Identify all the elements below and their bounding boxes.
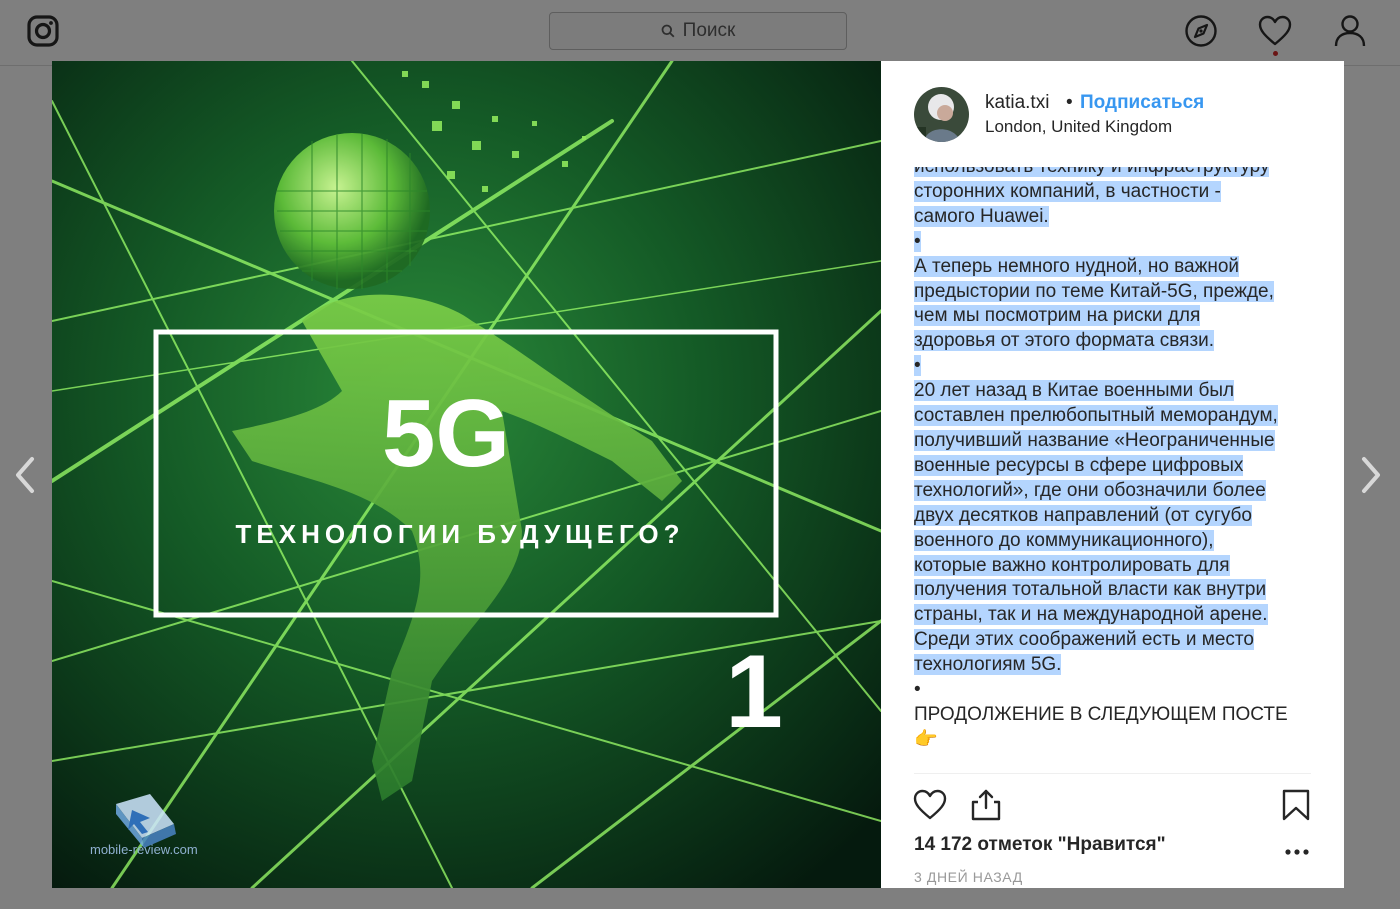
caption-line: получивший название «Неограниченные xyxy=(914,429,1275,451)
post-date[interactable]: 3 ДНЕЙ НАЗАД xyxy=(914,869,1023,885)
save-bookmark-icon[interactable] xyxy=(1279,788,1313,822)
follow-button[interactable]: Подписаться xyxy=(1080,92,1204,114)
post-image[interactable]: 5G ТЕХНОЛОГИИ БУДУЩЕГО? 1 xyxy=(52,61,881,888)
search-placeholder: Поиск xyxy=(682,20,736,41)
caption-line: военного до коммуникационного), xyxy=(914,529,1214,551)
caption-line: технологиям 5G. xyxy=(914,654,1062,676)
post-header: katia.txi • Подписаться London, United K… xyxy=(881,61,1344,167)
caption-line: которые важно контролировать для xyxy=(914,554,1230,576)
caption-line: • xyxy=(914,355,921,377)
caption-line: составлен прелюбопытный меморандум, xyxy=(914,405,1278,427)
caption-line: А теперь немного нудной, но важной xyxy=(914,255,1239,277)
caption-line: технологий», где они обозначили более xyxy=(914,479,1266,501)
avatar-image-icon xyxy=(914,87,969,142)
image-title: 5G xyxy=(382,380,510,487)
caption-line: здоровья от этого формата связи. xyxy=(914,330,1215,352)
post-caption: использовать технику и инфраструктуру ст… xyxy=(914,167,1314,767)
caption-line: получения тотальной власти как внутри xyxy=(914,579,1267,601)
search-icon xyxy=(661,24,675,38)
search-input[interactable]: Поиск xyxy=(549,12,847,50)
more-options-icon[interactable] xyxy=(1284,841,1310,863)
divider xyxy=(914,773,1311,774)
header-separator: • xyxy=(1066,92,1073,113)
caption-line: сторонних компаний, в частности - xyxy=(914,180,1221,202)
caption-line: 20 лет назад в Китае военными был xyxy=(914,380,1235,402)
caption-line: • xyxy=(914,230,921,252)
likes-count[interactable]: 14 172 отметок "Нравится" xyxy=(914,834,1166,856)
caption-line: использовать технику и инфраструктуру xyxy=(914,167,1270,177)
profile-icon[interactable] xyxy=(1333,14,1367,48)
previous-arrow-icon[interactable] xyxy=(10,456,40,494)
caption-line: военные ресурсы в сфере цифровых xyxy=(914,454,1244,476)
post-details-panel: katia.txi • Подписаться London, United K… xyxy=(881,61,1344,888)
caption-line: Среди этих соображений есть и место xyxy=(914,629,1254,651)
next-arrow-icon[interactable] xyxy=(1356,456,1386,494)
compass-icon[interactable] xyxy=(1184,14,1218,48)
instagram-logo-icon[interactable] xyxy=(26,14,60,48)
caption-line: самого Huawei. xyxy=(914,205,1049,227)
heart-icon[interactable] xyxy=(1258,14,1292,48)
notification-dot xyxy=(1273,51,1278,56)
post-location[interactable]: London, United Kingdom xyxy=(985,117,1172,137)
caption-line: ПРОДОЛЖЕНИЕ В СЛЕДУЮЩЕМ ПОСТЕ xyxy=(914,703,1288,725)
caption-line: чем мы посмотрим на риски для xyxy=(914,305,1201,327)
author-username[interactable]: katia.txi xyxy=(985,92,1049,114)
avatar[interactable] xyxy=(914,87,969,142)
watermark-text: mobile-review.com xyxy=(90,842,198,857)
caption-line: • xyxy=(914,679,921,701)
like-heart-icon[interactable] xyxy=(913,788,947,822)
top-navigation-bar: Поиск xyxy=(0,0,1400,66)
image-page-number: 1 xyxy=(725,634,783,750)
image-subtitle: ТЕХНОЛОГИИ БУДУЩЕГО? xyxy=(236,519,685,549)
caption-line: страны, так и на международной арене. xyxy=(914,604,1268,626)
caption-line: двух десятков направлений (от сугубо xyxy=(914,504,1252,526)
caption-text: использовать технику и инфраструктуру ст… xyxy=(914,167,1314,753)
caption-line: предыстории по теме Китай-5G, прежде, xyxy=(914,280,1274,302)
post-artwork: 5G ТЕХНОЛОГИИ БУДУЩЕГО? 1 xyxy=(52,61,881,888)
share-icon[interactable] xyxy=(969,788,1003,822)
pointing-hand-emoji: 👉 xyxy=(914,728,938,750)
